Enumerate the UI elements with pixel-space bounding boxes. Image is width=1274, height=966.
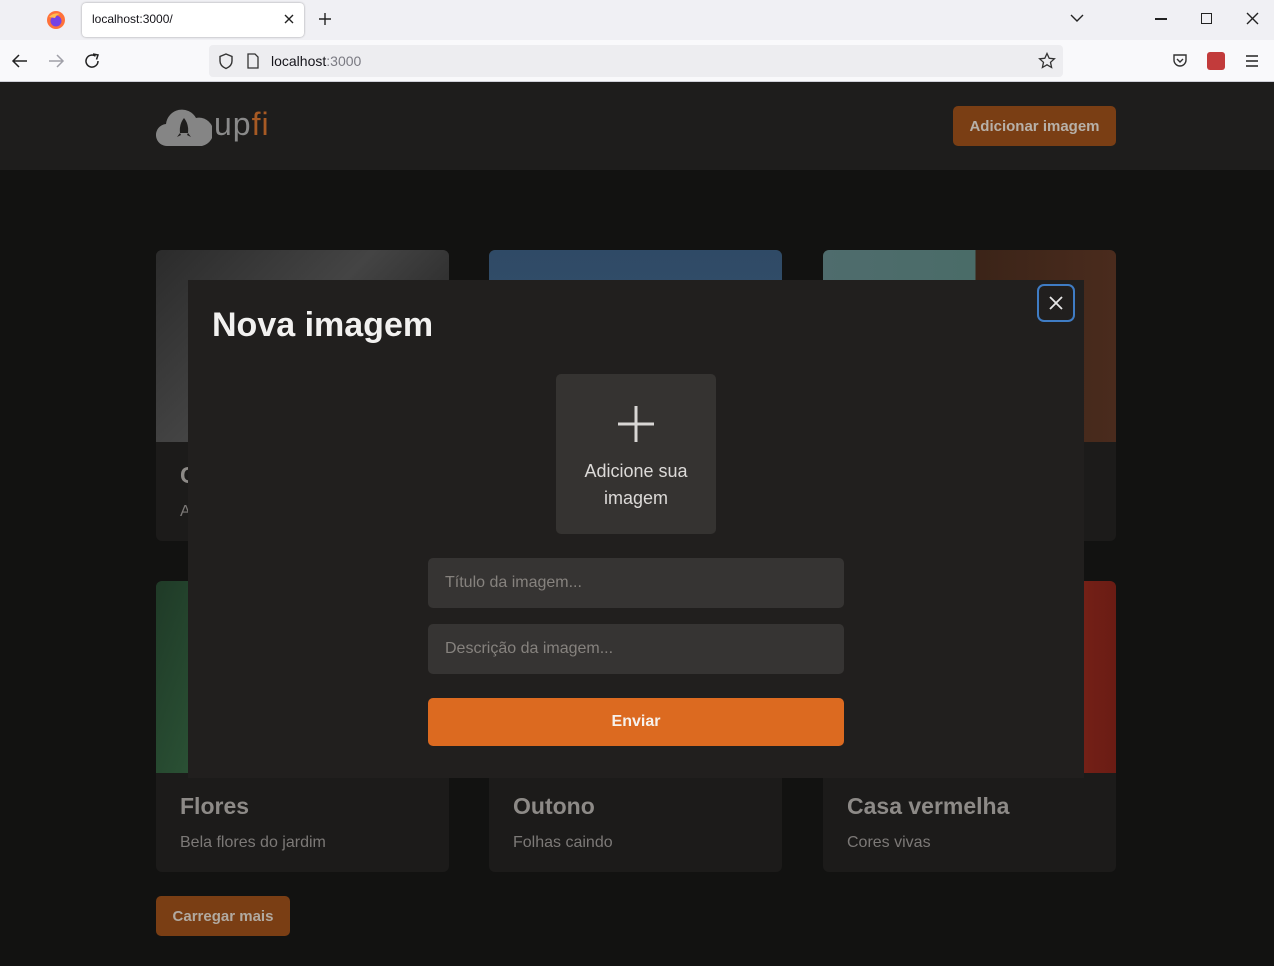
submit-button[interactable]: Enviar: [428, 698, 844, 746]
image-description-input[interactable]: [428, 624, 844, 674]
new-tab-icon[interactable]: [317, 11, 333, 27]
card-description: Folhas caindo: [513, 834, 613, 851]
url-text: localhost:3000: [271, 53, 361, 69]
app-header: upfi Adicionar imagem: [0, 82, 1274, 170]
browser-navbar: localhost:3000: [0, 40, 1274, 82]
page-icon: [247, 53, 259, 69]
back-icon[interactable]: [11, 52, 29, 70]
browser-tabbar: localhost:3000/: [0, 0, 1274, 40]
card-description: Cores vivas: [847, 834, 931, 851]
logo-text-main: up: [214, 106, 252, 142]
image-upload-area[interactable]: Adicione sua imagem: [556, 374, 716, 534]
upload-label: Adicione sua imagem: [584, 461, 688, 508]
new-image-modal: Nova imagem Adicione sua imagem Enviar: [188, 280, 1084, 778]
address-bar[interactable]: localhost:3000: [209, 45, 1063, 77]
add-image-button[interactable]: Adicionar imagem: [953, 106, 1116, 146]
shield-icon[interactable]: [217, 52, 235, 70]
browser-tab[interactable]: localhost:3000/: [82, 3, 304, 37]
pocket-icon[interactable]: [1171, 52, 1189, 70]
url-port: :3000: [326, 53, 362, 69]
image-title-input[interactable]: [428, 558, 844, 608]
window-close-icon[interactable]: [1246, 12, 1259, 25]
cloud-rocket-icon: [156, 109, 212, 147]
url-host: localhost: [271, 53, 327, 69]
card-title: Flores: [180, 793, 250, 819]
tab-title: localhost:3000/: [92, 12, 173, 26]
card-title: Casa vermelha: [847, 793, 1010, 819]
plus-icon: [618, 406, 654, 442]
logo-text: upfi: [214, 106, 270, 143]
firefox-icon: [47, 11, 65, 29]
menu-icon[interactable]: [1243, 52, 1261, 70]
chevron-down-icon[interactable]: [1070, 13, 1084, 23]
bookmark-star-icon[interactable]: [1038, 52, 1056, 70]
load-more-button[interactable]: Carregar mais: [156, 896, 290, 936]
maximize-icon[interactable]: [1201, 13, 1212, 24]
close-icon: [1049, 296, 1063, 310]
minimize-icon[interactable]: [1155, 18, 1167, 20]
close-tab-icon[interactable]: [282, 12, 296, 26]
card-title: Outono: [513, 793, 595, 819]
forward-icon[interactable]: [47, 52, 65, 70]
modal-title: Nova imagem: [212, 306, 434, 344]
card-description: Bela flores do jardim: [180, 834, 326, 851]
upfi-logo: upfi: [156, 104, 286, 150]
extension-icon[interactable]: [1207, 52, 1225, 70]
logo-text-accent: fi: [251, 106, 270, 142]
page: upfi Adicionar imagem C A Flores Bela fl…: [0, 82, 1274, 966]
modal-close-button[interactable]: [1037, 284, 1075, 322]
reload-icon[interactable]: [83, 52, 101, 70]
